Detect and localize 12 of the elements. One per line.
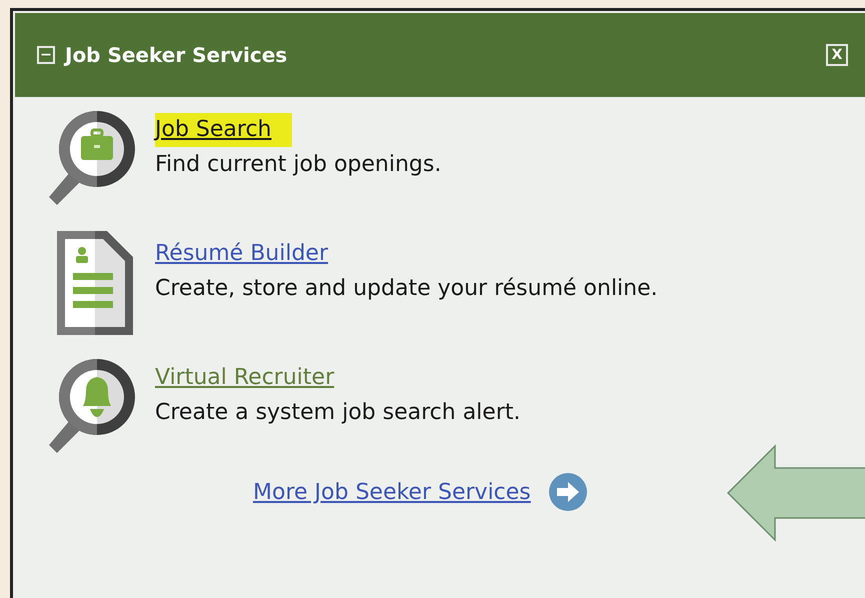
- service-link[interactable]: Job Search: [155, 113, 292, 147]
- arrow-right-icon[interactable]: [548, 473, 587, 511]
- close-button[interactable]: X: [826, 44, 848, 66]
- service-link[interactable]: Résumé Builder: [155, 237, 328, 271]
- service-description: Create a system job search alert.: [155, 399, 520, 427]
- more-services-link[interactable]: More Job Seeker Services: [253, 480, 531, 504]
- service-description: Create, store and update your résumé online.: [155, 275, 658, 303]
- document-icon: [57, 231, 133, 335]
- panel-title: Job Seeker Services: [65, 43, 288, 67]
- service-link[interactable]: Virtual Recruiter: [155, 361, 334, 395]
- service-description: Find current job openings.: [155, 151, 442, 179]
- collapse-button[interactable]: −: [37, 46, 55, 64]
